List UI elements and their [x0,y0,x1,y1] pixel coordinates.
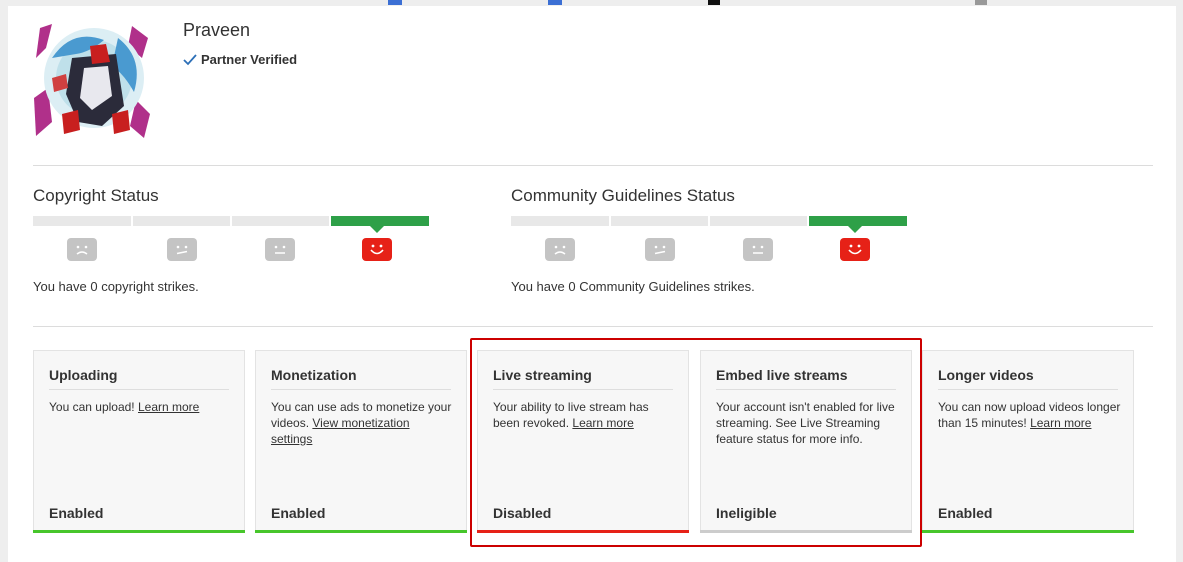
feature-card-description: You can now upload videos longer than 15… [938,399,1121,431]
feature-status: Enabled [938,505,993,521]
status-bar-enabled [33,530,245,533]
community-strike-summary: You have 0 Community Guidelines strikes. [511,279,755,294]
community-strike-segment-2 [611,216,708,226]
status-bar-enabled [255,530,467,533]
sad-face-icon [67,238,97,261]
learn-more-link[interactable]: Learn more [138,400,199,414]
copyright-strike-segment-3 [232,216,329,226]
copyright-strike-segment-1 [33,216,131,226]
community-guidelines-status-title: Community Guidelines Status [511,186,735,205]
partner-verified-badge: Partner Verified [183,52,297,67]
happy-face-icon [840,238,870,261]
highlight-annotation-box [470,338,922,547]
uneasy-face-icon [167,238,197,261]
feature-card-title: Longer videos [938,367,1034,383]
feature-card-title: Uploading [49,367,118,383]
card-divider [49,389,229,390]
checkmark-icon [183,53,197,65]
feature-card-description: You can upload! Learn more [49,399,232,415]
feature-card-longer-videos: Longer videos You can now upload videos … [922,350,1134,533]
neutral-face-icon [265,238,295,261]
community-status-pointer [848,226,862,233]
top-tab-marker [708,0,720,5]
status-bar-enabled [922,530,1134,533]
copyright-strike-segment-2 [133,216,230,226]
community-strike-segment-3 [710,216,807,226]
card-divider [938,389,1118,390]
top-tab-marker [388,0,402,5]
top-tab-marker [548,0,562,5]
partner-verified-label: Partner Verified [201,52,298,67]
feature-status: Enabled [271,505,326,521]
learn-more-link[interactable]: Learn more [1030,416,1091,430]
feature-card-description: You can use ads to monetize your videos.… [271,399,454,447]
community-good-standing-segment [809,216,907,226]
copyright-status-title: Copyright Status [33,186,159,205]
uneasy-face-icon [645,238,675,261]
top-tab-marker [975,0,987,5]
neutral-face-icon [743,238,773,261]
copyright-strike-summary: You have 0 copyright strikes. [33,279,199,294]
description-text: You can upload! [49,400,135,414]
community-strike-segment-1 [511,216,609,226]
section-divider [33,165,1153,166]
channel-name: Praveen [183,20,251,40]
card-divider [271,389,451,390]
feature-card-title: Monetization [271,367,357,383]
channel-avatar[interactable] [32,18,154,140]
feature-status: Enabled [49,505,104,521]
sad-face-icon [545,238,575,261]
happy-face-icon [362,238,392,261]
copyright-good-standing-segment [331,216,429,226]
copyright-status-pointer [370,226,384,233]
feature-card-monetization: Monetization You can use ads to monetize… [255,350,467,533]
feature-card-uploading: Uploading You can upload! Learn more Ena… [33,350,245,533]
section-divider [33,326,1153,327]
